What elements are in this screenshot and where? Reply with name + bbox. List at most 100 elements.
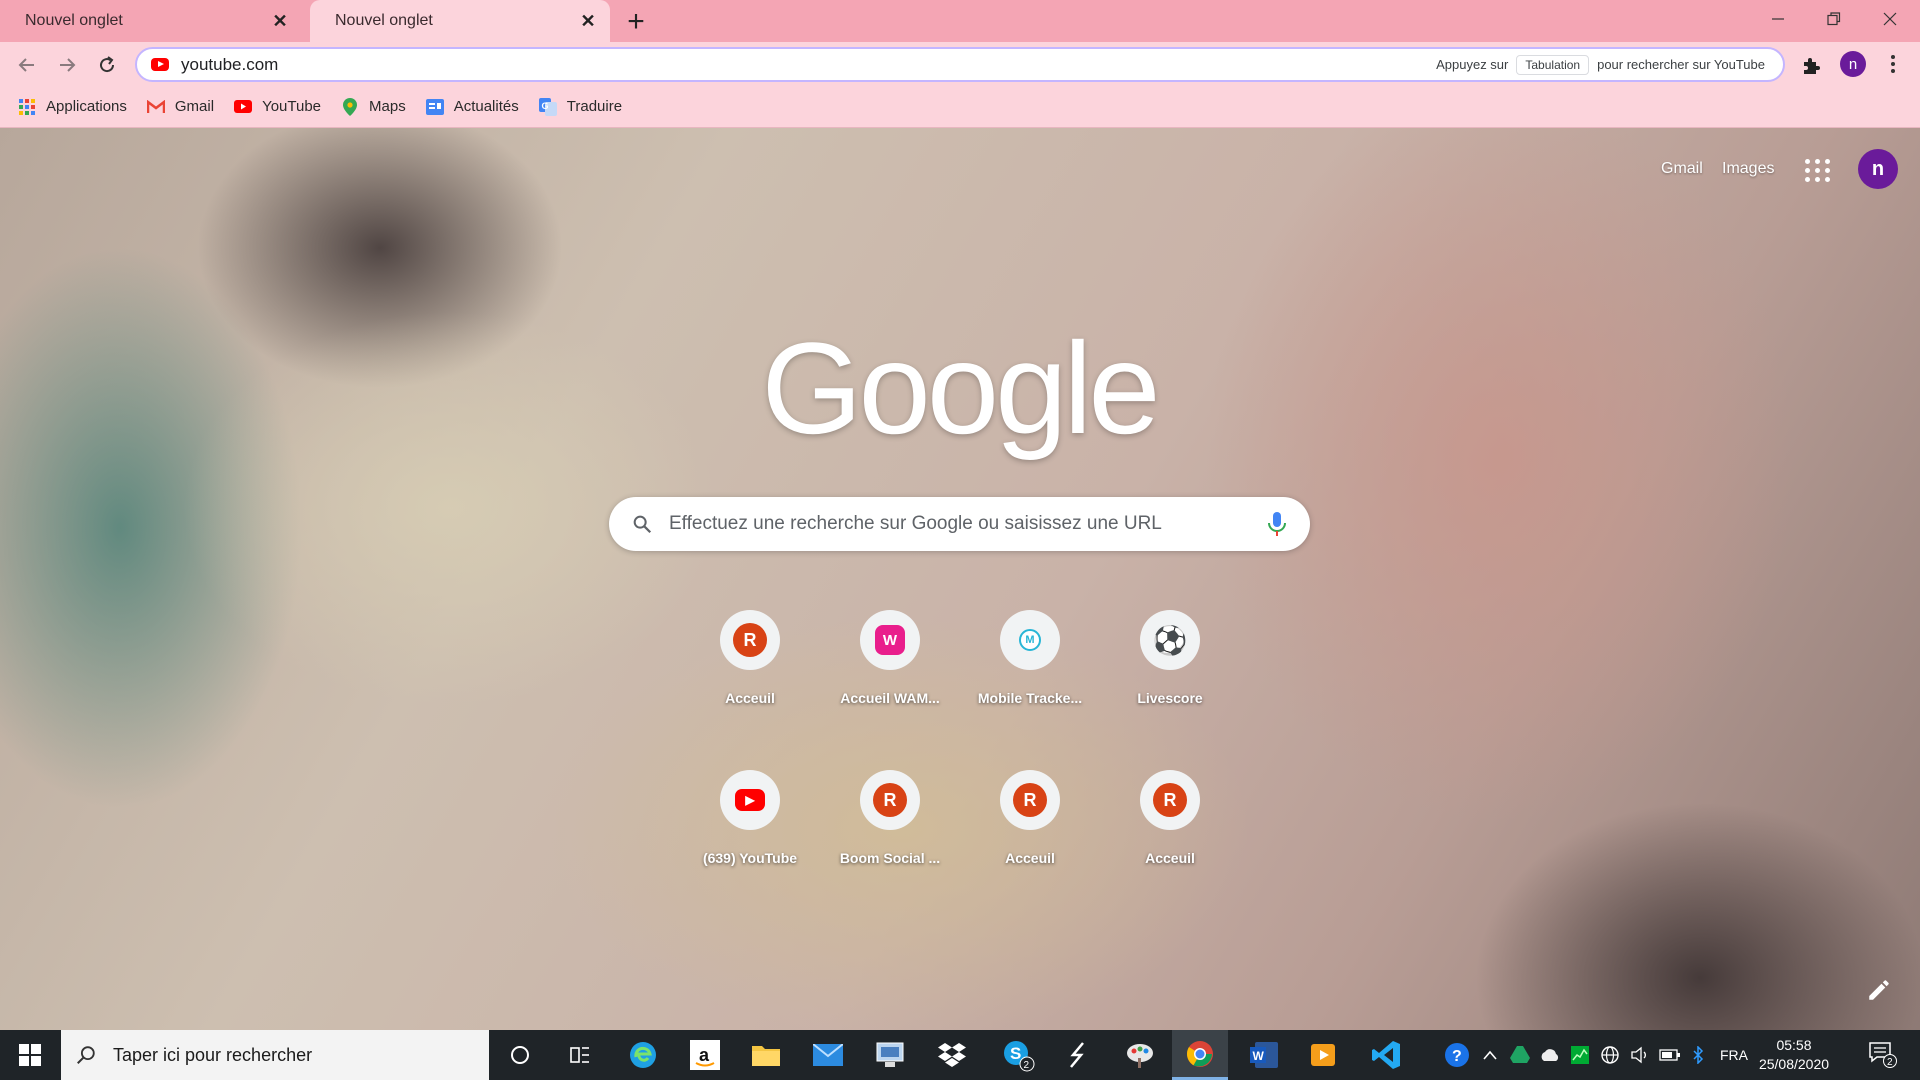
hint-prefix: Appuyez sur <box>1436 57 1509 72</box>
reload-button[interactable] <box>92 50 122 80</box>
back-button[interactable] <box>12 50 42 80</box>
amazon-icon[interactable]: a <box>677 1030 733 1080</box>
bookmarks-bar: Applications Gmail YouTube Maps Actualit… <box>0 86 1920 128</box>
minimize-icon[interactable] <box>1750 0 1806 38</box>
svg-text:G: G <box>541 101 548 111</box>
bookmark-label: Traduire <box>566 98 623 115</box>
restore-icon[interactable] <box>1806 0 1862 38</box>
close-tab-icon[interactable]: ✕ <box>266 7 294 35</box>
drive-icon[interactable] <box>1508 1042 1532 1068</box>
shortcut-tile[interactable]: ⚽ Livescore <box>1100 610 1240 730</box>
youtube-icon <box>234 98 253 116</box>
battery-icon[interactable] <box>1658 1042 1682 1068</box>
close-window-icon[interactable] <box>1862 0 1918 38</box>
search-input[interactable] <box>669 513 1266 535</box>
shortcut-label: Acceuil <box>1005 850 1055 866</box>
svg-text:W: W <box>1253 1049 1265 1063</box>
shortcut-favicon-icon: W <box>875 625 905 655</box>
microphone-icon[interactable] <box>1266 511 1288 537</box>
tab-title: Nouvel onglet <box>335 12 433 29</box>
gmail-icon <box>146 98 165 116</box>
address-bar[interactable]: youtube.com Appuyez sur Tabulation pour … <box>135 47 1785 82</box>
shortcut-tile[interactable]: R Acceuil <box>1100 770 1240 890</box>
tab-title: Nouvel onglet <box>25 12 123 29</box>
globe-network-icon[interactable] <box>1598 1042 1622 1068</box>
bookmark-traduire[interactable]: G Traduire <box>538 97 623 116</box>
app-lightning-icon[interactable] <box>1050 1030 1106 1080</box>
taskbar-search[interactable]: Taper ici pour rechercher <box>61 1030 489 1080</box>
search-icon <box>77 1046 95 1064</box>
chevron-up-icon[interactable] <box>1480 1042 1500 1068</box>
pencil-edit-icon[interactable] <box>1866 977 1892 1003</box>
close-tab-icon[interactable]: ✕ <box>574 7 602 35</box>
clock-time: 05:58 <box>1776 1037 1812 1053</box>
shortcut-icon: M <box>1000 610 1060 670</box>
hint-suffix: pour rechercher sur YouTube <box>1597 57 1765 72</box>
gmail-link[interactable]: Gmail <box>1661 160 1703 178</box>
bookmark-maps[interactable]: Maps <box>341 97 406 116</box>
svg-text:?: ? <box>1452 1048 1462 1065</box>
skype-icon[interactable]: S2 <box>990 1030 1046 1080</box>
browser-menu-icon[interactable] <box>1880 50 1906 78</box>
profile-avatar[interactable]: n <box>1840 51 1866 77</box>
youtube-icon: ▶ <box>735 789 765 811</box>
extensions-puzzle-icon[interactable] <box>1800 54 1824 78</box>
search-box[interactable] <box>609 497 1310 551</box>
system-clock[interactable]: 05:58 25/08/2020 <box>1754 1036 1834 1074</box>
bluetooth-icon[interactable] <box>1688 1042 1708 1068</box>
shortcut-tile[interactable]: W Accueil WAM... <box>820 610 960 730</box>
cortana-icon[interactable] <box>492 1030 548 1080</box>
search-icon <box>633 515 652 534</box>
windows-logo-icon <box>19 1044 41 1066</box>
word-icon[interactable]: W <box>1236 1030 1292 1080</box>
paint-app-icon[interactable] <box>1112 1030 1168 1080</box>
account-avatar[interactable]: n <box>1858 149 1898 189</box>
shortcut-tile[interactable]: ▶ (639) YouTube <box>680 770 820 890</box>
file-explorer-icon[interactable] <box>738 1030 794 1080</box>
reload-icon <box>100 56 115 73</box>
shortcut-tile[interactable]: R Acceuil <box>960 770 1100 890</box>
tab-nouvel-onglet-1[interactable]: Nouvel onglet ✕ <box>0 0 302 42</box>
onedrive-cloud-icon[interactable] <box>1538 1042 1562 1068</box>
mail-icon[interactable] <box>800 1030 856 1080</box>
shortcut-icon: R <box>1000 770 1060 830</box>
performance-monitor-icon[interactable] <box>1568 1042 1592 1068</box>
google-apps-icon[interactable] <box>1804 156 1832 184</box>
tab-nouvel-onglet-2[interactable]: Nouvel onglet ✕ <box>310 0 610 42</box>
clock-date: 25/08/2020 <box>1758 1056 1830 1072</box>
chrome-icon[interactable] <box>1172 1030 1228 1080</box>
bookmark-youtube[interactable]: YouTube <box>234 98 321 116</box>
images-link[interactable]: Images <box>1722 160 1774 178</box>
shortcut-label: Acceuil <box>1145 850 1195 866</box>
arrow-right-icon <box>60 58 76 72</box>
shortcut-tile[interactable]: R Boom Social ... <box>820 770 960 890</box>
notification-center-icon[interactable]: 2 <box>1864 1040 1900 1068</box>
video-player-icon[interactable] <box>1296 1030 1352 1080</box>
bookmark-gmail[interactable]: Gmail <box>146 98 214 116</box>
shortcut-tile[interactable]: R Acceuil <box>680 610 820 730</box>
bookmark-label: Applications <box>46 98 127 115</box>
shortcut-icon: ⚽ <box>1140 610 1200 670</box>
tab-search-hint: Appuyez sur Tabulation pour rechercher s… <box>1436 54 1765 75</box>
shortcut-icon: R <box>720 610 780 670</box>
url-text[interactable]: youtube.com <box>181 55 1436 75</box>
input-language-indicator[interactable]: FRA <box>1716 1042 1752 1068</box>
edge-browser-icon[interactable] <box>615 1030 671 1080</box>
task-view-icon[interactable] <box>552 1030 608 1080</box>
help-icon[interactable]: ? <box>1442 1042 1472 1068</box>
volume-icon[interactable] <box>1628 1042 1652 1068</box>
forward-button[interactable] <box>52 50 82 80</box>
bookmark-label: YouTube <box>262 98 322 115</box>
bookmark-actualites[interactable]: Actualités <box>425 98 519 116</box>
shortcut-tile[interactable]: M Mobile Tracke... <box>960 610 1100 730</box>
start-button[interactable] <box>0 1030 60 1080</box>
bookmark-applications[interactable]: Applications <box>18 98 127 116</box>
remote-desktop-icon[interactable] <box>862 1030 918 1080</box>
shortcut-label: Accueil WAM... <box>840 690 940 706</box>
shortcut-icon: R <box>1140 770 1200 830</box>
google-logo: Google <box>761 315 1160 461</box>
new-tab-button[interactable]: + <box>620 6 652 38</box>
vscode-icon[interactable] <box>1358 1030 1414 1080</box>
dropbox-icon[interactable] <box>924 1030 980 1080</box>
browser-toolbar: youtube.com Appuyez sur Tabulation pour … <box>0 42 1920 86</box>
